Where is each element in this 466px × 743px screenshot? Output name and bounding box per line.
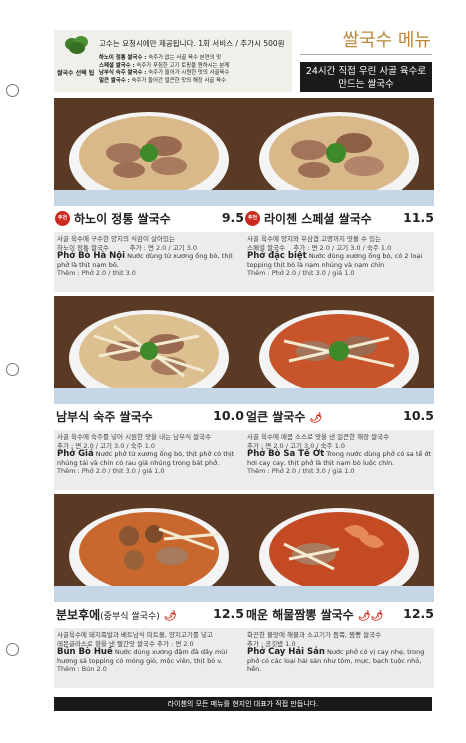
item-title-row: 추천 하노이 정통 쌀국수 9.5: [54, 208, 244, 228]
item-description: 사골 육수에 매콤 소스로 맛을 낸 얼큰한 해장 쌀국수 추가 : 면 2.0…: [244, 430, 434, 490]
item-name: 매운 해물짬뽕 쌀국수 🌶🌶: [246, 608, 384, 622]
coriander-icon: [65, 36, 88, 54]
recommend-badge: 추천: [55, 211, 70, 226]
item-title-row: 남부식 숙주 쌀국수 10.0: [54, 406, 244, 426]
title-divider: [300, 54, 432, 55]
item-name: 분보후에(중부식 쌀국수) 🌶: [56, 608, 177, 622]
tip-note: 고수는 요청시에만 제공됩니다. 1회 서비스 / 추가시 500원: [99, 39, 285, 48]
item-name: 하노이 정통 쌀국수: [74, 212, 171, 226]
tagline-line-2: 만드는 쌀국수: [338, 79, 394, 90]
binder-hole: [6, 643, 19, 656]
recommend-badge: 추천: [245, 211, 260, 226]
item-price: 11.5: [403, 210, 434, 225]
menu-title: 쌀국수 메뉴: [342, 30, 431, 51]
tagline-box: 24시간 직접 우린 사골 육수로 만드는 쌀국수: [300, 62, 432, 92]
binder-hole: [6, 84, 19, 97]
item-description: 사골 육수에 양지와 우삼겹 고명까지 맛볼 수 있는 스페셜 쌀국수 추가 :…: [244, 232, 434, 292]
dish-photo: [54, 98, 244, 206]
dish-photo: [54, 494, 244, 602]
item-description: 사골 육수에 구수한 양지의 식감이 살아있는 하노이 정통 쌀국수 추가 : …: [54, 232, 244, 292]
chili-icon: 🌶🌶: [357, 611, 384, 622]
chili-icon: 🌶: [163, 611, 177, 622]
dish-photo: [244, 296, 434, 404]
footer-banner: 라이첸의 모든 메뉴를 현지인 대표가 직접 만듭니다.: [54, 697, 432, 711]
item-price: 9.5: [221, 210, 244, 225]
binder-hole: [6, 363, 19, 376]
dish-photo: [54, 296, 244, 404]
item-price: 10.0: [213, 408, 244, 423]
selection-tip-box: 쌀국수 선택 팁 고수는 요청시에만 제공됩니다. 1회 서비스 / 추가시 5…: [54, 30, 292, 92]
item-description: 화끈한 불맛에 해물과 소고기가 듬뿍, 짬뽕 쌀국수 추가 : 공깃밥 1.0…: [244, 628, 434, 688]
item-title-row: 추천 라이첸 스페셜 쌀국수 11.5: [244, 208, 434, 228]
item-description: 사골 육수에 숙주를 넣어 시원한 맛을 내는 남부식 쌀국수 추가 : 면 2…: [54, 430, 244, 490]
item-price: 12.5: [403, 606, 434, 621]
item-name: 남부식 숙주 쌀국수: [56, 410, 153, 424]
item-description: 사골육수에 돼지족발과 베트남식 미트볼, 양지고기를 넣고 레몬글라스로 향을…: [54, 628, 244, 688]
dish-photo: [244, 98, 434, 206]
tip-lines: 하노이 정통 쌀국수 : 숙주가 없는 사골 육수 본연의 맛 스페셜 쌀국수 …: [99, 55, 230, 84]
item-title-row: 얼큰 쌀국수 🌶 10.5: [244, 406, 434, 426]
tip-label: 쌀국수 선택 팁: [57, 70, 95, 77]
item-title-row: 매운 해물짬뽕 쌀국수 🌶🌶 12.5: [244, 604, 434, 624]
item-name: 라이첸 스페셜 쌀국수: [264, 212, 372, 226]
item-title-row: 분보후에(중부식 쌀국수) 🌶 12.5: [54, 604, 244, 624]
item-price: 10.5: [403, 408, 434, 423]
item-name: 얼큰 쌀국수 🌶: [246, 410, 323, 424]
chili-icon: 🌶: [309, 413, 323, 424]
tagline-line-1: 24시간 직접 우린 사골 육수로: [305, 66, 427, 77]
dish-photo: [244, 494, 434, 602]
item-price: 12.5: [213, 606, 244, 621]
